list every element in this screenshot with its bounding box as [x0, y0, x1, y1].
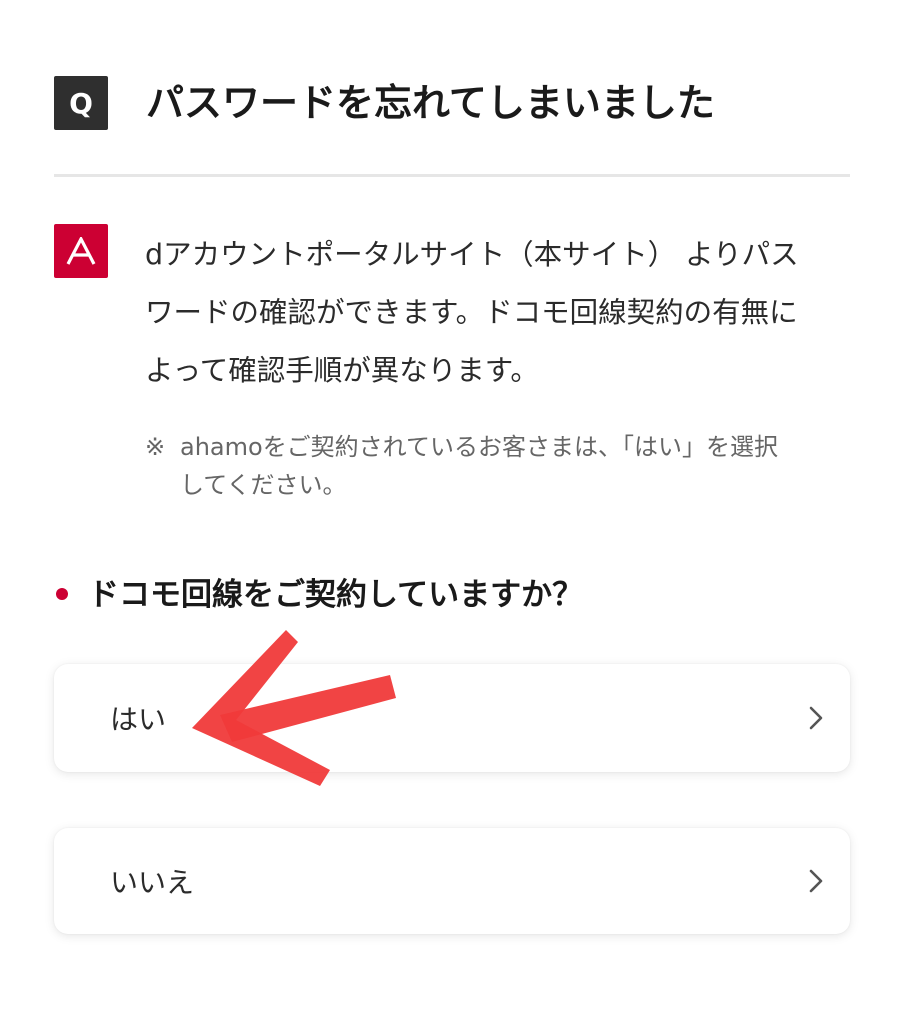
note-line: してください。 — [180, 471, 347, 499]
answer-line: よって確認手順が異なります。 — [145, 354, 539, 387]
choice-no-button[interactable]: いいえ — [54, 828, 850, 934]
a-letter-icon — [54, 224, 108, 278]
prompt-question-text: ドコモ回線をご契約していますか？ — [88, 577, 584, 613]
answer-line: dアカウントポータルサイト（本サイト） よりパス — [145, 238, 799, 271]
bullet-dot-icon — [56, 588, 68, 600]
chevron-right-icon — [809, 706, 823, 730]
answer-line: ワードの確認ができます。ドコモ回線契約の有無に — [145, 296, 798, 329]
prompt-question: ドコモ回線をご契約していますか？ — [54, 572, 854, 624]
page-title: パスワードを忘れてしまいました — [146, 81, 715, 125]
choice-yes-button[interactable]: はい — [54, 664, 850, 772]
choice-label: はい — [110, 703, 167, 736]
divider — [54, 174, 850, 177]
note-line: ahamoをご契約されているお客さまは、「はい」を選択 — [180, 433, 778, 461]
choice-label: いいえ — [110, 866, 195, 899]
faq-question-header: Q パスワードを忘れてしまいました — [54, 72, 854, 132]
chevron-right-icon — [809, 869, 823, 893]
note: ※ ahamoをご契約されているお客さまは、「はい」を選択 してください。 — [145, 428, 845, 504]
note-mark: ※ — [145, 433, 166, 461]
answer-text: dアカウントポータルサイト（本サイト） よりパス ワードの確認ができます。ドコモ… — [145, 226, 845, 400]
q-badge: Q — [54, 76, 108, 130]
a-letter-icon-glyph — [66, 237, 96, 265]
